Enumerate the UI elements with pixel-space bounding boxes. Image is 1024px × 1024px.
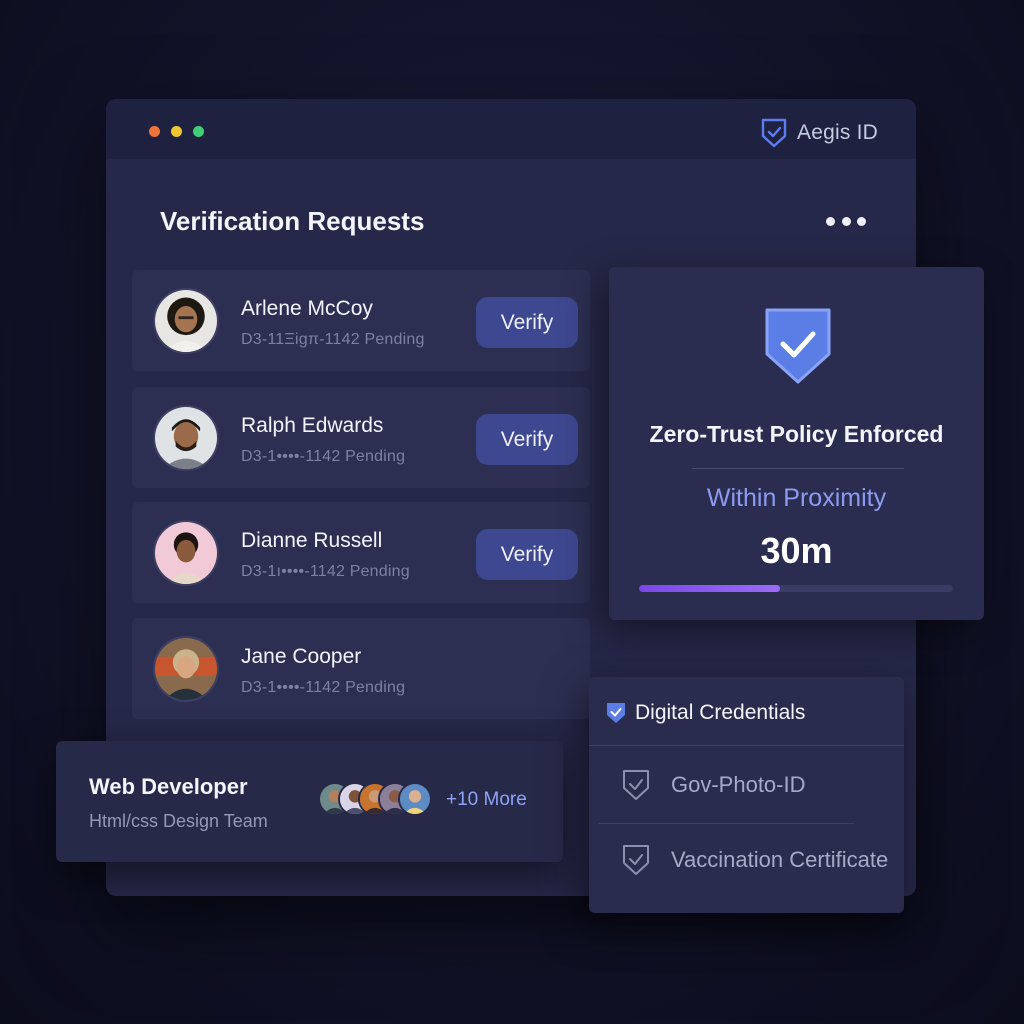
more-options-button[interactable]	[826, 211, 866, 231]
credentials-header: Digital Credentials	[605, 701, 805, 725]
divider	[589, 745, 904, 746]
avatar-stack[interactable]	[318, 782, 438, 816]
credentials-title: Digital Credentials	[635, 701, 806, 724]
section-title: Verification Requests	[160, 206, 425, 236]
proximity-label: Within Proximity	[706, 484, 887, 512]
brand: Aegis ID	[761, 118, 878, 148]
avatar	[153, 520, 219, 586]
check-shield-icon	[623, 845, 649, 875]
shield-check-icon	[607, 703, 625, 723]
brand-name: Aegis ID	[797, 121, 878, 144]
proximity-progress	[639, 585, 953, 592]
request-card: Ralph Edwards D3-1••••-1142 Pending Veri…	[132, 387, 590, 488]
avatar	[153, 636, 219, 702]
request-card: Jane Cooper D3-1••••-1142 Pending	[132, 618, 590, 719]
window-maximize-dot[interactable]	[193, 126, 204, 137]
request-name: Arlene McCoy	[241, 297, 373, 320]
policy-title: Zero-Trust Policy Enforced	[649, 421, 944, 447]
avatar	[153, 288, 219, 354]
title-bar: Aegis ID	[106, 99, 916, 160]
verify-button[interactable]: Verify	[476, 529, 578, 580]
credential-label: Gov-Photo-ID	[671, 772, 806, 797]
team-card: Web Developer Html/css Design Team +10 M…	[56, 741, 563, 862]
shield-check-icon	[765, 308, 831, 384]
team-subtitle: Html/css Design Team	[89, 811, 268, 831]
avatar	[153, 405, 219, 471]
request-name: Jane Cooper	[241, 645, 362, 668]
request-name: Dianne Russell	[241, 529, 383, 552]
request-status: D3-1••••-1142 Pending	[241, 448, 406, 465]
request-card: Dianne Russell D3-1ı••••-1142 Pending Ve…	[132, 502, 590, 603]
divider	[692, 468, 904, 469]
proximity-value: 30m	[760, 530, 833, 571]
more-members-link[interactable]: +10 More	[446, 789, 527, 811]
request-status: D3-1ı••••-1142 Pending	[241, 563, 410, 580]
request-card: Arlene McCoy D3-11Ξigπ-1142 Pending Veri…	[132, 270, 590, 371]
credential-label: Vaccination Certificate	[671, 847, 889, 872]
request-status: D3-11Ξigπ-1142 Pending	[241, 331, 425, 348]
app-stage: Aegis ID Verification Requests Arlene Mc…	[0, 0, 1024, 1024]
request-name: Ralph Edwards	[241, 414, 384, 437]
check-shield-icon	[623, 770, 649, 800]
request-status: D3-1••••-1142 Pending	[241, 679, 406, 696]
proximity-progress-fill	[639, 585, 781, 592]
credentials-panel: Digital Credentials Gov-Photo-ID Vaccina…	[589, 677, 904, 913]
verify-button[interactable]: Verify	[476, 297, 578, 348]
verify-button[interactable]: Verify	[476, 414, 578, 465]
policy-panel: Zero-Trust Policy Enforced Within Proxim…	[609, 267, 984, 620]
more-horizontal-icon	[826, 216, 835, 226]
divider	[599, 823, 854, 824]
avatar	[398, 782, 432, 816]
credential-item[interactable]: Gov-Photo-ID	[621, 768, 806, 802]
window-close-dot[interactable]	[149, 126, 160, 137]
credential-item[interactable]: Vaccination Certificate	[621, 843, 888, 877]
shield-check-icon	[761, 118, 787, 148]
window-minimize-dot[interactable]	[171, 126, 182, 137]
team-title: Web Developer	[89, 774, 248, 799]
